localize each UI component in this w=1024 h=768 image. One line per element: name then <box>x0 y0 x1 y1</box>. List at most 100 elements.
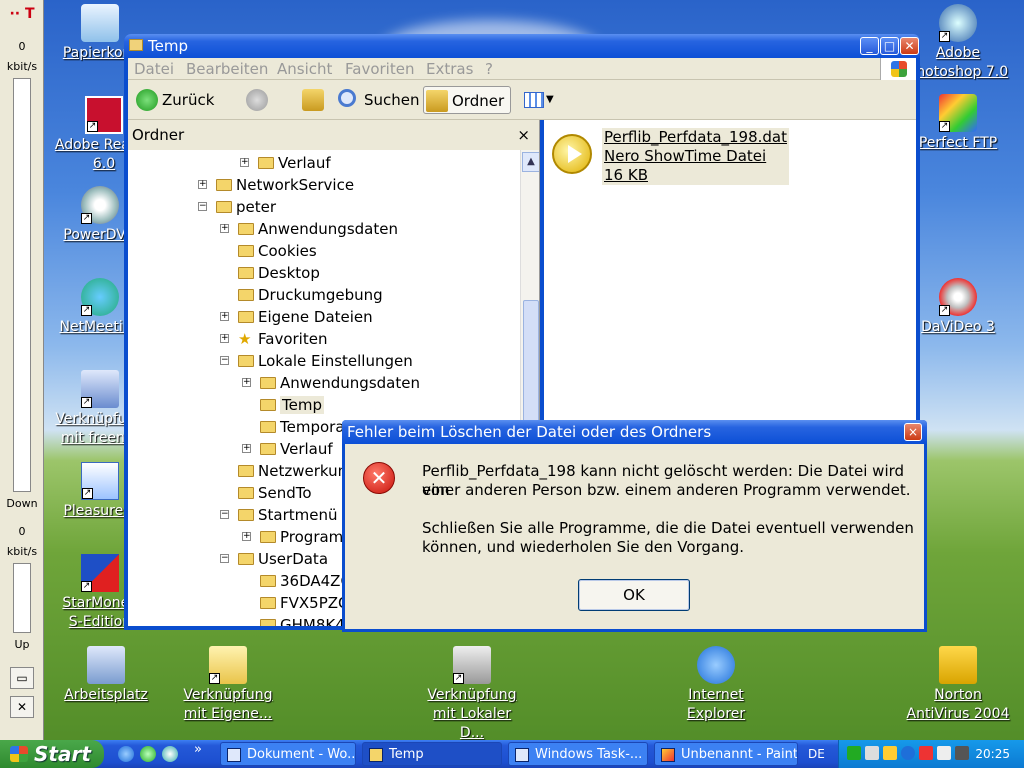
expand-toggle[interactable]: + <box>242 532 251 541</box>
task-button-word[interactable]: Dokument - Wo... <box>220 742 356 766</box>
desktop-icon-photoshop[interactable]: ↗ Adobe Photoshop 7.0 <box>906 4 1010 82</box>
forward-button[interactable] <box>244 86 284 114</box>
quicklaunch-ie-icon[interactable] <box>118 746 134 762</box>
maximize-button[interactable]: □ <box>880 37 899 55</box>
expand-toggle[interactable]: + <box>242 444 251 453</box>
tree-item-eigene-dateien[interactable]: + Eigene Dateien <box>220 306 373 328</box>
tree-item-fvx5pzo[interactable]: FVX5PZO <box>260 592 350 614</box>
task-button-temp[interactable]: Temp <box>362 742 502 766</box>
tray-security-icon[interactable] <box>919 746 933 760</box>
tree-item-36da4zc[interactable]: 36DA4ZC <box>260 570 351 592</box>
tray-device-icon[interactable] <box>955 746 969 760</box>
my-documents-icon: ↗ <box>209 646 247 684</box>
desktop-icon-perfect-ftp[interactable]: ↗ Perfect FTP <box>906 94 1010 153</box>
expand-toggle[interactable]: + <box>242 378 251 387</box>
folders-button[interactable]: Ordner <box>423 86 511 114</box>
tree-item-cookies[interactable]: Cookies <box>238 240 317 262</box>
desktop-icon-eigene[interactable]: ↗ Verknüpfung mit Eigene... <box>176 646 280 724</box>
starmoney-icon: ↗ <box>81 554 119 592</box>
file-size: 16 KB <box>604 166 648 184</box>
menu-bar: Datei Bearbeiten Ansicht Favoriten Extra… <box>128 58 916 80</box>
tree-item-anwendungsdaten[interactable]: + Anwendungsdaten <box>220 218 398 240</box>
meter-close-button[interactable]: ✕ <box>10 696 34 718</box>
folder-icon <box>260 619 276 626</box>
menu-ansicht[interactable]: Ansicht <box>277 60 332 78</box>
views-button[interactable]: ▼ <box>520 86 558 114</box>
expand-toggle[interactable]: + <box>240 158 249 167</box>
menu-bearbeiten[interactable]: Bearbeiten <box>186 60 268 78</box>
desktop-icon-davideo[interactable]: ↗ DaViDeo 3 <box>906 278 1010 337</box>
open-folder-icon <box>260 399 276 411</box>
folder-pane-close-button[interactable]: × <box>517 120 530 150</box>
search-button[interactable]: Suchen <box>336 86 420 114</box>
scroll-thumb[interactable] <box>523 300 539 440</box>
language-indicator[interactable]: DE <box>808 740 825 768</box>
back-arrow-icon <box>136 89 158 111</box>
menu-favoriten[interactable]: Favoriten <box>345 60 414 78</box>
tray-shield-icon[interactable] <box>883 746 897 760</box>
tree-item-favoriten[interactable]: + ★ Favoriten <box>220 328 327 350</box>
menu-datei[interactable]: Datei <box>134 60 174 78</box>
ok-button[interactable]: OK <box>578 579 690 611</box>
close-button[interactable]: ✕ <box>900 37 919 55</box>
folder-icon <box>260 575 276 587</box>
task-button-paint[interactable]: Unbenannt - Paint <box>654 742 798 766</box>
tree-item-lokale-einstellungen[interactable]: − Lokale Einstellungen <box>220 350 413 372</box>
collapse-toggle[interactable]: − <box>220 510 229 519</box>
tree-item-druckumgebung[interactable]: Druckumgebung <box>238 284 383 306</box>
collapse-toggle[interactable]: − <box>220 356 229 365</box>
star-icon: ★ <box>238 330 252 348</box>
tray-help-icon[interactable] <box>901 746 915 760</box>
desktop-icon-arbeitsplatz[interactable]: Arbeitsplatz <box>54 646 158 705</box>
start-button[interactable]: Start <box>0 740 104 768</box>
tree-item-verlauf-lokal[interactable]: + Verlauf <box>242 438 333 460</box>
up-folder-button[interactable] <box>300 86 326 114</box>
tree-item-startmenue[interactable]: − Startmenü <box>220 504 338 526</box>
explorer-titlebar[interactable]: Temp _ □ ✕ <box>124 34 920 58</box>
desktop-icon-lokaler[interactable]: ↗ Verknüpfung mit Lokaler D... <box>420 646 524 743</box>
meter-window-button[interactable]: ▭ <box>10 667 34 689</box>
collapse-toggle[interactable]: − <box>198 202 207 211</box>
scroll-up-button[interactable]: ▲ <box>522 152 539 172</box>
back-button[interactable]: Zurück ▼ <box>134 86 230 136</box>
dialog-titlebar[interactable]: Fehler beim Löschen der Datei oder des O… <box>342 420 927 444</box>
powerdvd-icon: ↗ <box>81 186 119 224</box>
document-icon: ↗ <box>81 462 119 500</box>
task-button-task-manager[interactable]: Windows Task-... <box>508 742 648 766</box>
expand-toggle[interactable]: + <box>220 312 229 321</box>
recycle-bin-icon <box>81 4 119 42</box>
tree-item-userdata[interactable]: − UserData <box>220 548 328 570</box>
menu-help[interactable]: ? <box>485 60 493 78</box>
file-type: Nero ShowTime Datei <box>604 147 767 165</box>
collapse-toggle[interactable]: − <box>220 554 229 563</box>
tree-item-verlauf[interactable]: + Verlauf <box>240 152 331 174</box>
menu-extras[interactable]: Extras <box>426 60 473 78</box>
quicklaunch-media-icon[interactable] <box>162 746 178 762</box>
tray-volume-icon[interactable] <box>937 746 951 760</box>
quicklaunch-more-button[interactable]: » <box>194 742 202 757</box>
desktop-icon-internet-explorer[interactable]: Internet Explorer <box>664 646 768 724</box>
tree-item-ghm8k4r[interactable]: GHM8K4R <box>260 614 355 626</box>
tray-network-icon[interactable] <box>847 746 861 760</box>
expand-toggle[interactable]: + <box>198 180 207 189</box>
norton-icon <box>939 646 977 684</box>
nero-showtime-file-icon <box>552 134 592 174</box>
dialog-close-button[interactable]: × <box>904 423 922 441</box>
desktop-icon-norton[interactable]: Norton AntiVirus 2004 <box>906 646 1010 724</box>
folder-icon <box>260 597 276 609</box>
folder-icon <box>260 377 276 389</box>
tray-monitor-icon[interactable] <box>865 746 879 760</box>
tree-item-temp[interactable]: Temp <box>260 394 324 416</box>
folder-icon <box>238 465 254 477</box>
expand-toggle[interactable]: + <box>220 224 229 233</box>
quicklaunch-icon[interactable] <box>140 746 156 762</box>
tree-item-networkservice[interactable]: + NetworkService <box>198 174 354 196</box>
tree-item-anwendungsdaten-lokal[interactable]: + Anwendungsdaten <box>242 372 420 394</box>
minimize-button[interactable]: _ <box>860 37 879 55</box>
tree-item-sendto[interactable]: SendTo <box>238 482 312 504</box>
tree-item-peter[interactable]: − peter <box>198 196 276 218</box>
file-item[interactable]: Perflib_Perfdata_198.dat Nero ShowTime D… <box>552 128 790 185</box>
clock[interactable]: 20:25 <box>975 740 1010 768</box>
expand-toggle[interactable]: + <box>220 334 229 343</box>
tree-item-desktop[interactable]: Desktop <box>238 262 320 284</box>
